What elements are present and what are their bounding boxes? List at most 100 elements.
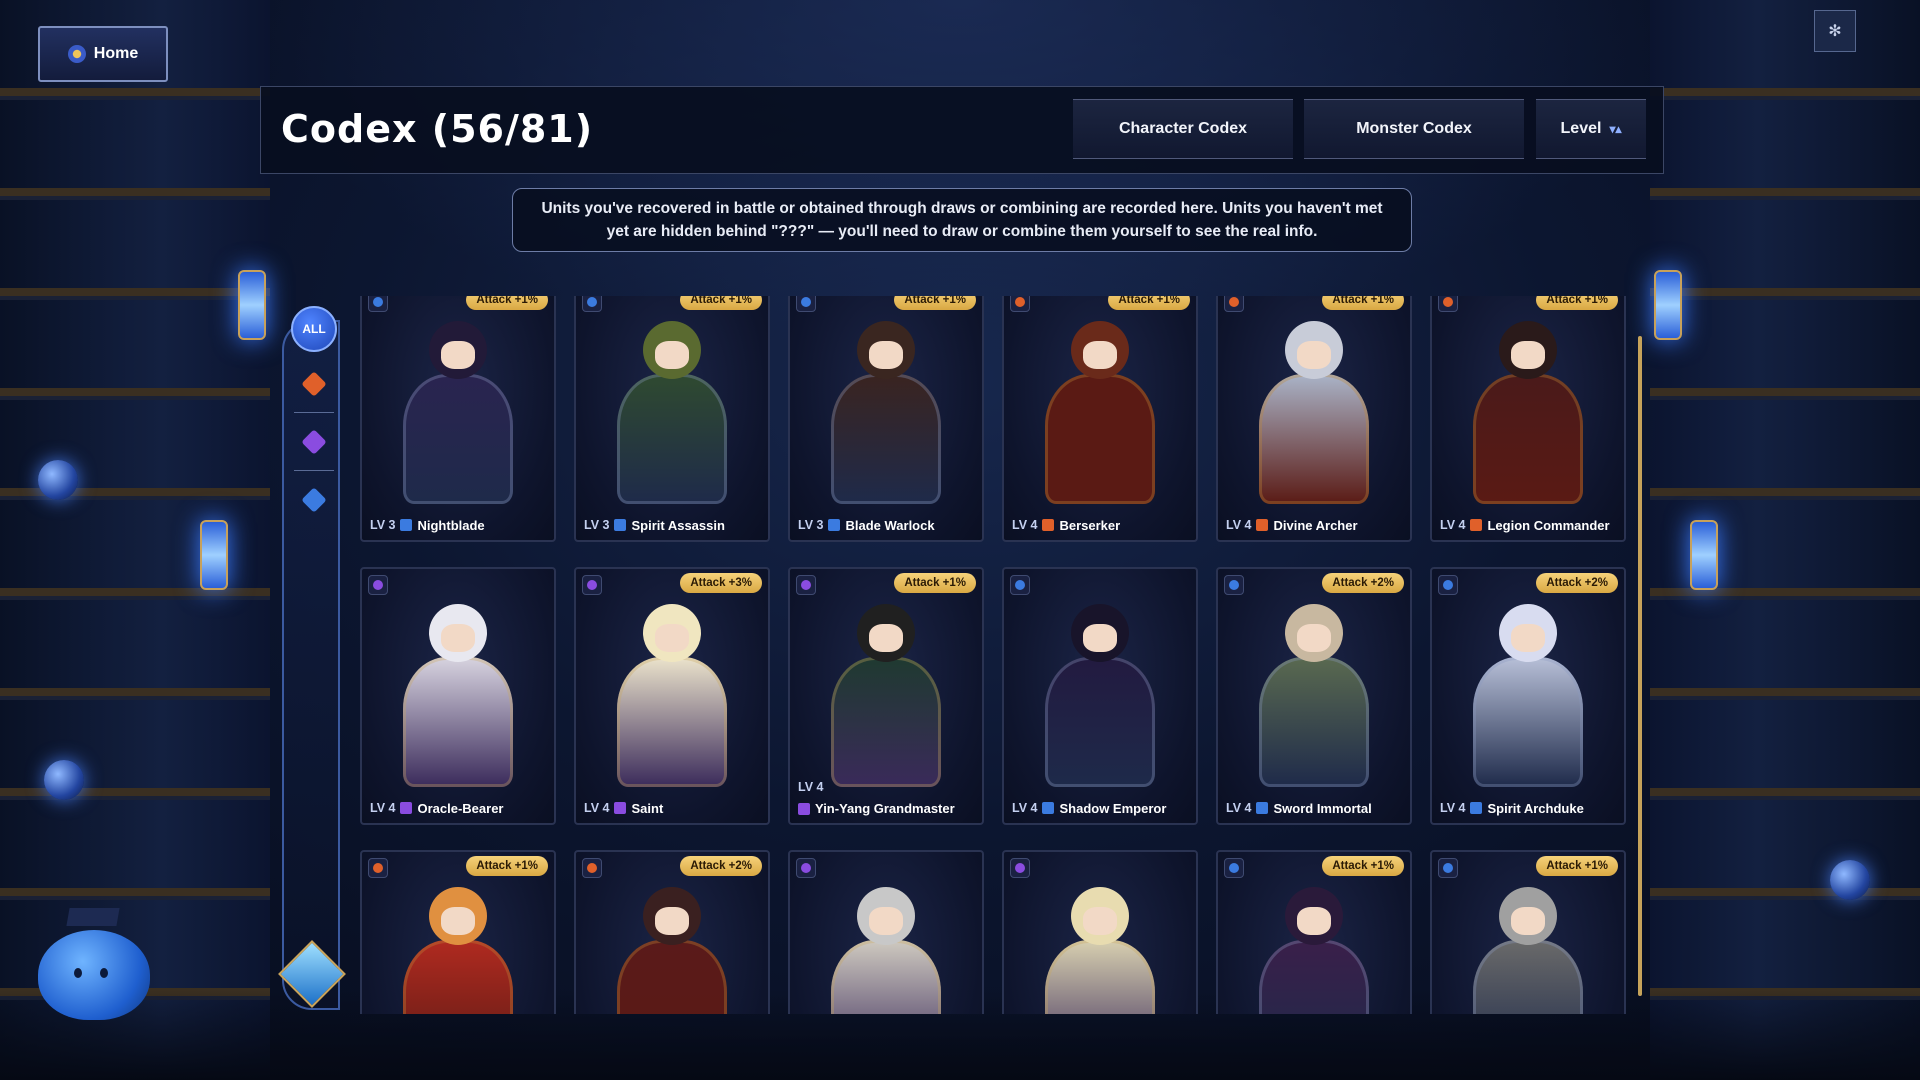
unit-level: LV 4 — [1226, 801, 1252, 815]
unit-card[interactable]: Attack +3% LV 4 Saint — [574, 567, 770, 825]
unit-portrait — [1454, 866, 1602, 1014]
unit-card[interactable]: LV 4 Shadow Emperor — [1002, 567, 1198, 825]
unit-level: LV 4 — [798, 780, 824, 794]
unit-card[interactable] — [1002, 850, 1198, 1014]
unit-portrait — [812, 300, 960, 506]
unit-portrait — [1026, 866, 1174, 1014]
unit-name: Spirit Assassin — [631, 517, 725, 533]
unit-nameline: LV 4 Divine Archer — [1226, 516, 1406, 534]
filter-water-button[interactable] — [300, 486, 328, 514]
unit-class-icon — [1042, 802, 1055, 814]
unit-card[interactable]: Attack +1% LV 3 Blade Warlock — [788, 296, 984, 542]
unit-portrait-face — [869, 907, 903, 936]
unit-card[interactable]: Attack +1% — [360, 850, 556, 1014]
slime-mascot — [38, 908, 150, 1020]
filter-arcane-button[interactable] — [300, 428, 328, 456]
element-icon — [1010, 296, 1030, 312]
grid-scrollbar[interactable] — [1638, 336, 1642, 996]
unit-portrait-body — [831, 657, 941, 788]
unit-portrait — [1240, 300, 1388, 506]
filter-divider — [294, 470, 334, 471]
unit-portrait-body — [403, 657, 513, 788]
unit-portrait-body — [403, 940, 513, 1014]
unit-portrait-face — [441, 624, 475, 653]
background-bookshelf-left — [0, 0, 270, 1080]
unit-card[interactable]: Attack +1% LV 4 Divine Archer — [1216, 296, 1412, 542]
unit-card[interactable] — [788, 850, 984, 1014]
unit-portrait-face — [1083, 341, 1117, 370]
unit-card[interactable]: Attack +2% LV 4 Spirit Archduke — [1430, 567, 1626, 825]
unit-portrait-body — [617, 657, 727, 788]
unit-portrait — [812, 583, 960, 789]
unit-nameline: LV 4 Sword Immortal — [1226, 799, 1406, 817]
element-icon — [1224, 858, 1244, 878]
filter-fire-button[interactable] — [300, 370, 328, 398]
fire-element-icon — [587, 863, 597, 873]
unit-portrait-face — [1511, 624, 1545, 653]
unit-card[interactable]: Attack +1% — [1430, 850, 1626, 1014]
fire-element-icon — [1015, 297, 1025, 307]
unit-card[interactable]: Attack +2% — [574, 850, 770, 1014]
home-label: Home — [93, 45, 139, 62]
settings-button[interactable]: ✻ — [1814, 10, 1856, 52]
unit-level: LV 3 — [370, 518, 396, 532]
attack-bonus-badge: Attack +2% — [680, 856, 762, 876]
filter-all-button[interactable]: ALL — [291, 306, 337, 352]
unit-name: Yin-Yang Grandmaster — [815, 801, 955, 816]
arcane-element-icon — [587, 580, 597, 590]
home-button[interactable]: Home — [38, 26, 168, 82]
attack-bonus-badge: Attack +1% — [894, 573, 976, 593]
unit-portrait-body — [1045, 657, 1155, 788]
element-filter-sidebar: ALL — [278, 300, 360, 1012]
unit-card[interactable]: Attack +1% LV 3 Nightblade — [360, 296, 556, 542]
fire-element-icon — [1443, 297, 1453, 307]
tab-character-codex[interactable]: Character Codex — [1073, 99, 1293, 159]
unit-card[interactable]: Attack +1% LV 4 Yin-Yang Grandmaster — [788, 567, 984, 825]
element-icon — [582, 296, 602, 312]
unit-nameline: LV 4 Saint — [584, 799, 764, 817]
unit-level: LV 3 — [798, 518, 824, 532]
tab-monster-codex[interactable]: Monster Codex — [1304, 99, 1524, 159]
attack-bonus-badge: Attack +2% — [1322, 573, 1404, 593]
unit-card[interactable]: Attack +1% LV 4 Berserker — [1002, 296, 1198, 542]
element-icon — [582, 858, 602, 878]
attack-bonus-badge: Attack +1% — [1536, 296, 1618, 310]
arcane-element-icon — [373, 580, 383, 590]
unit-card[interactable]: Attack +2% LV 4 Sword Immortal — [1216, 567, 1412, 825]
unit-card[interactable]: Attack +1% LV 4 Legion Commander — [1430, 296, 1626, 542]
unit-nameline: LV 4 Berserker — [1012, 516, 1192, 534]
element-icon — [1438, 296, 1458, 312]
unit-class-icon — [798, 802, 810, 815]
unit-class-icon — [1470, 519, 1483, 531]
home-icon — [67, 45, 86, 63]
unit-class-icon — [1042, 519, 1055, 531]
unit-portrait-face — [1083, 907, 1117, 936]
unit-name: Sword Immortal — [1273, 800, 1372, 816]
unit-portrait — [1240, 583, 1388, 789]
codex-info-text: Units you've recovered in battle or obta… — [512, 188, 1412, 252]
sort-level-button[interactable]: Level ▾▴ — [1536, 99, 1646, 159]
unit-level: LV 4 — [1440, 801, 1466, 815]
unit-card[interactable]: Attack +1% — [1216, 850, 1412, 1014]
unit-name: Blade Warlock — [845, 517, 935, 533]
unit-portrait-face — [1297, 907, 1331, 936]
unit-portrait-body — [1473, 940, 1583, 1014]
unit-portrait-body — [1259, 657, 1369, 788]
water-element-icon — [1015, 580, 1025, 590]
unit-class-icon — [1256, 802, 1269, 814]
attack-bonus-badge: Attack +2% — [1536, 573, 1618, 593]
unit-nameline: LV 4 Shadow Emperor — [1012, 799, 1192, 817]
unit-name: Oracle-Bearer — [417, 800, 504, 816]
unit-portrait — [1026, 300, 1174, 506]
unit-card[interactable]: Attack +1% LV 3 Spirit Assassin — [574, 296, 770, 542]
unit-nameline: LV 3 Nightblade — [370, 516, 550, 534]
unit-card[interactable]: LV 4 Oracle-Bearer — [360, 567, 556, 825]
unit-nameline: LV 3 Spirit Assassin — [584, 516, 764, 534]
slime-eye — [74, 968, 82, 978]
arcane-element-icon — [801, 580, 811, 590]
unit-nameline: LV 3 Blade Warlock — [798, 516, 978, 534]
unit-class-icon — [828, 519, 841, 531]
element-icon — [1438, 858, 1458, 878]
fire-element-icon — [301, 371, 327, 397]
water-element-icon — [301, 487, 327, 513]
